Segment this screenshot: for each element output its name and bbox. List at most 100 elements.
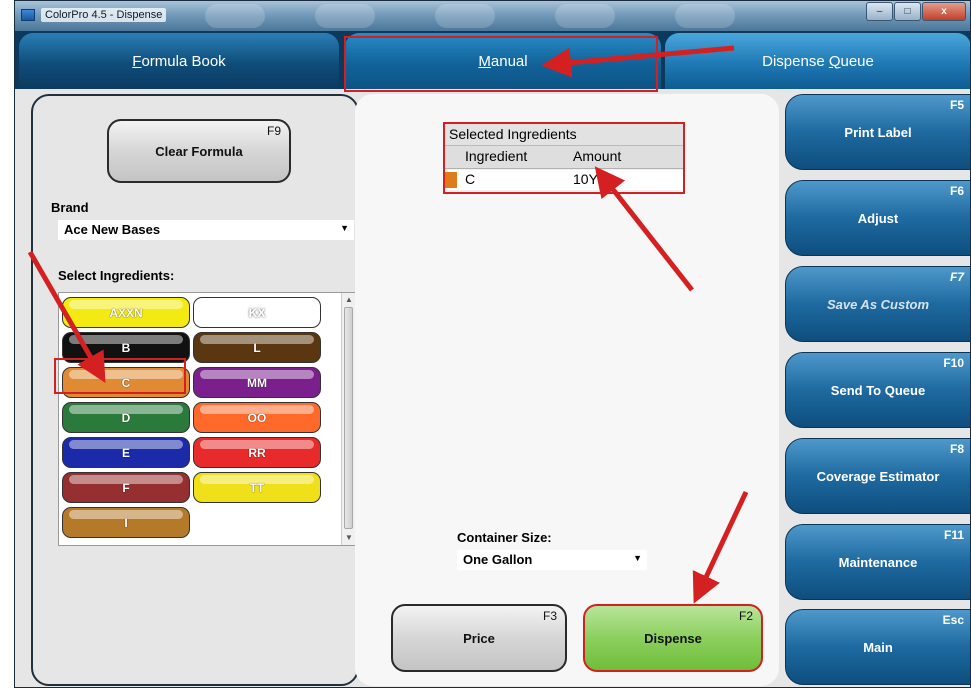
button-label: Send To Queue <box>830 382 926 398</box>
brand-value: Ace New Bases <box>64 222 161 237</box>
tab-label: ueue <box>840 52 874 70</box>
ingredient-swatch-mm[interactable]: MM <box>193 367 321 398</box>
maximize-button[interactable]: □ <box>894 2 921 21</box>
ingredient-swatch-tt[interactable]: TT <box>193 472 321 503</box>
maintenance-button[interactable]: Maintenance F11 <box>785 524 970 600</box>
price-button[interactable]: Price F3 <box>391 604 567 672</box>
coverage-estimator-button[interactable]: Coverage Estimator F8 <box>785 438 970 514</box>
tab-dispense-queue[interactable]: Dispense Queue <box>665 33 970 89</box>
title-bar: ColorPro 4.5 - Dispense – □ x <box>15 1 970 31</box>
titlebar-decoration <box>315 4 375 28</box>
ingredient-label: RR <box>248 445 266 460</box>
button-label: Price <box>463 630 495 646</box>
button-label: Print Label <box>844 124 912 140</box>
table-row[interactable]: C 10Y <box>445 170 683 190</box>
row-amount[interactable]: 10Y <box>573 171 598 187</box>
dispense-button[interactable]: Dispense F2 <box>583 604 763 672</box>
titlebar-decoration <box>205 4 265 28</box>
tab-label: Dispense <box>762 52 829 70</box>
tab-label: ormula Book <box>141 52 226 70</box>
shortcut-key: F3 <box>542 609 557 623</box>
tab-formula-book[interactable]: Formula Book <box>19 33 339 89</box>
shortcut-key: F11 <box>943 528 964 542</box>
ingredient-swatch-oo[interactable]: OO <box>193 402 321 433</box>
column-ingredient: Ingredient <box>465 148 528 164</box>
save-as-custom-button[interactable]: Save As Custom F7 <box>785 266 970 342</box>
brand-label: Brand <box>51 200 89 215</box>
scroll-thumb[interactable] <box>344 307 353 529</box>
button-label: Adjust <box>857 210 899 226</box>
ingredient-label: I <box>124 515 128 530</box>
titlebar-decoration <box>555 4 615 28</box>
shortcut-key: F9 <box>266 124 281 138</box>
button-label: Maintenance <box>838 554 918 570</box>
titlebar-decoration <box>435 4 495 28</box>
shortcut-key: F8 <box>949 442 964 456</box>
selected-ingredients-table: Selected Ingredients Ingredient Amount C… <box>443 122 685 194</box>
maximize-icon: □ <box>904 6 911 17</box>
ingredient-label: F <box>122 480 130 495</box>
row-marker <box>445 172 457 188</box>
shortcut-key: F6 <box>949 184 964 198</box>
window-title: ColorPro 4.5 - Dispense <box>41 8 167 22</box>
adjust-button[interactable]: Adjust F6 <box>785 180 970 256</box>
ingredient-swatch-rr[interactable]: RR <box>193 437 321 468</box>
clear-formula-button[interactable]: Clear Formula F9 <box>107 119 291 183</box>
scroll-up-icon[interactable]: ▲ <box>344 295 354 305</box>
shortcut-key: F5 <box>949 98 964 112</box>
ingredient-label: L <box>253 340 261 355</box>
ingredient-scrollbar[interactable]: ▲ ▼ <box>341 293 355 545</box>
container-size-value: One Gallon <box>463 552 533 567</box>
button-label: Clear Formula <box>155 143 243 159</box>
ingredient-label: E <box>121 445 130 460</box>
tab-accelerator: Q <box>828 52 841 70</box>
titlebar-decoration <box>675 4 735 28</box>
ingredient-label: C <box>121 375 131 390</box>
ingredient-label: AXXN <box>109 305 143 320</box>
select-ingredients-label: Select Ingredients: <box>58 268 175 283</box>
minimize-icon: – <box>876 6 883 17</box>
brand-select[interactable]: Ace New Bases ▼ <box>58 220 354 240</box>
ingredient-swatch-d[interactable]: D <box>62 402 190 433</box>
ingredient-swatch-e[interactable]: E <box>62 437 190 468</box>
tab-accelerator: F <box>132 52 142 70</box>
scroll-down-icon[interactable]: ▼ <box>344 533 354 543</box>
ingredient-label: MM <box>247 375 267 390</box>
app-icon <box>21 9 35 21</box>
button-label: Coverage Estimator <box>816 468 940 484</box>
app-window: ColorPro 4.5 - Dispense – □ x Formula Bo… <box>14 0 971 688</box>
ingredient-label: TT <box>249 480 265 495</box>
formula-panel: Selected Ingredients Ingredient Amount C… <box>355 94 779 686</box>
button-label: Main <box>863 639 893 655</box>
ingredient-swatch-i[interactable]: I <box>62 507 190 538</box>
ingredient-label: KX <box>248 305 266 320</box>
close-button[interactable]: x <box>922 2 966 21</box>
minimize-button[interactable]: – <box>866 2 893 21</box>
ingredient-label: B <box>121 340 131 355</box>
ingredient-grid: I TT F RR E OO D MM C L B KX AXXN ▲ ▼ <box>58 292 356 546</box>
ingredient-label: OO <box>247 410 267 425</box>
shortcut-key: Esc <box>942 613 964 627</box>
row-ingredient: C <box>465 171 476 187</box>
container-size-select[interactable]: One Gallon ▼ <box>457 550 647 570</box>
print-label-button[interactable]: Print Label F5 <box>785 94 970 170</box>
ingredient-c-highlight <box>54 358 186 394</box>
ingredient-swatch-l[interactable]: L <box>193 332 321 363</box>
selected-ingredients-title: Selected Ingredients <box>445 124 683 146</box>
ingredient-label: D <box>121 410 131 425</box>
shortcut-key: F7 <box>949 270 964 284</box>
shortcut-key: F2 <box>738 609 753 623</box>
button-label: Save As Custom <box>826 296 930 312</box>
main-button[interactable]: Main Esc <box>785 609 970 685</box>
manual-tab-highlight <box>344 36 658 92</box>
table-header: Ingredient Amount <box>445 146 683 169</box>
ingredient-swatch-kx[interactable]: KX <box>193 297 321 328</box>
button-label: Dispense <box>644 630 702 646</box>
close-icon: x <box>941 6 947 17</box>
ingredient-swatch-f[interactable]: F <box>62 472 190 503</box>
chevron-down-icon: ▼ <box>633 553 642 563</box>
ingredient-swatch-axxn[interactable]: AXXN <box>62 297 190 328</box>
shortcut-key: F10 <box>943 356 964 370</box>
chevron-down-icon: ▼ <box>340 223 349 233</box>
send-to-queue-button[interactable]: Send To Queue F10 <box>785 352 970 428</box>
